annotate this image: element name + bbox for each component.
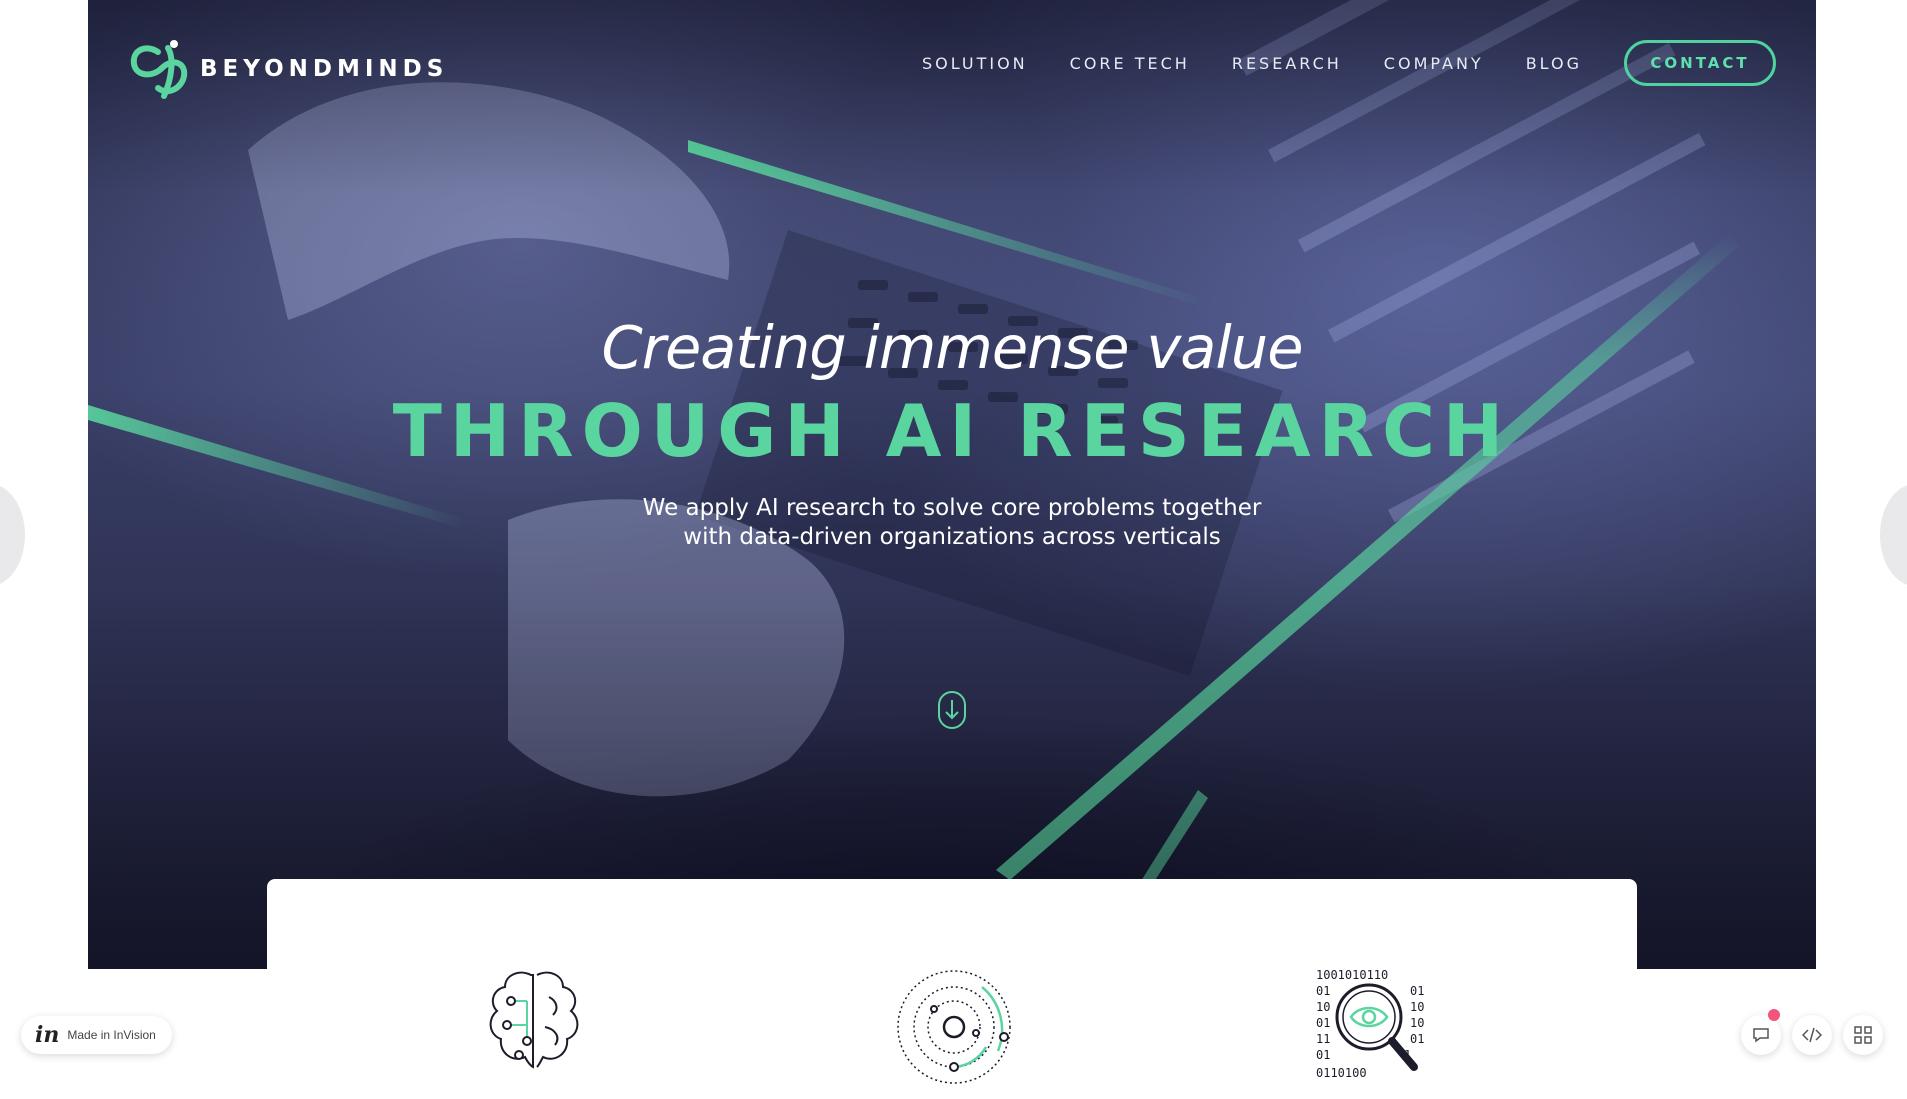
notification-dot [1768, 1009, 1780, 1021]
invision-badge[interactable]: in Made in InVision [21, 1016, 172, 1054]
previous-screen-button[interactable] [0, 484, 25, 586]
nav-solution[interactable]: SOLUTION [922, 54, 1028, 73]
svg-text:01: 01 [1316, 1016, 1330, 1030]
svg-text:11: 11 [1316, 1032, 1330, 1046]
concentric-orbits-icon [897, 970, 1011, 1084]
svg-text:10: 10 [1316, 1000, 1330, 1014]
hero-text: Creating immense value THROUGH AI RESEAR… [88, 312, 1816, 552]
nav-core-tech[interactable]: CORE TECH [1070, 54, 1190, 73]
next-screen-button[interactable] [1880, 484, 1907, 586]
main-nav: SOLUTION CORE TECH RESEARCH COMPANY BLOG… [880, 40, 1776, 86]
svg-text:1001010110: 1001010110 [1316, 968, 1388, 982]
svg-text:10: 10 [1410, 1016, 1424, 1030]
beyondminds-logo-icon [130, 40, 188, 99]
svg-text:01: 01 [1316, 984, 1330, 998]
scroll-down-icon[interactable] [936, 690, 968, 730]
nav-research[interactable]: RESEARCH [1232, 54, 1342, 73]
binary-magnifier-eye-icon: 1001010110 0101 1010 0110 1101 011 01101… [1316, 968, 1424, 1080]
hero-subline-line2: with data-driven organizations across ve… [683, 524, 1221, 550]
contact-button[interactable]: CONTACT [1624, 40, 1776, 86]
brand-logo[interactable]: BEYONDMINDS [128, 38, 448, 100]
svg-text:01: 01 [1410, 1032, 1424, 1046]
svg-text:10: 10 [1410, 1000, 1424, 1014]
hero-headline-italic: Creating immense value [601, 313, 1303, 382]
brain-circuit-icon [489, 971, 579, 1069]
hero-section: BEYONDMINDS SOLUTION CORE TECH RESEARCH … [88, 0, 1816, 969]
svg-text:0110100: 0110100 [1316, 1066, 1367, 1080]
hero-subline: We apply AI research to solve core probl… [88, 494, 1816, 552]
nav-company[interactable]: COMPANY [1384, 54, 1484, 73]
hero-headline-bold: THROUGH AI RESEARCH [392, 389, 1512, 473]
invision-logo-icon: in [35, 1022, 60, 1048]
comment-icon [1753, 1028, 1769, 1043]
code-button[interactable] [1792, 1015, 1832, 1055]
hero-subline-line1: We apply AI research to solve core probl… [642, 495, 1262, 521]
code-icon [1802, 1027, 1822, 1043]
brand-name: BEYONDMINDS [200, 56, 449, 82]
svg-text:01: 01 [1316, 1048, 1330, 1062]
grid-icon [1854, 1026, 1872, 1044]
nav-blog[interactable]: BLOG [1526, 54, 1582, 73]
features-card: 1001010110 0101 1010 0110 1101 011 01101… [267, 879, 1637, 1099]
svg-text:01: 01 [1410, 984, 1424, 998]
grid-view-button[interactable] [1843, 1015, 1883, 1055]
comment-button[interactable] [1741, 1015, 1781, 1055]
invision-label: Made in InVision [67, 1028, 156, 1042]
